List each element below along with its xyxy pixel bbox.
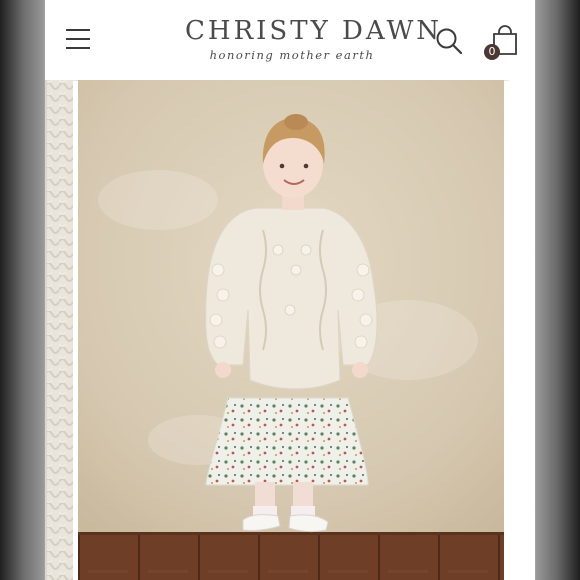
menu-button[interactable] (66, 29, 90, 51)
search-icon (436, 28, 463, 55)
brand-name: CHRISTY DAWN (185, 16, 443, 46)
cart-button[interactable]: 0 (480, 24, 520, 64)
brand-tagline: honoring mother earth (209, 48, 375, 62)
mobile-page: CHRISTY DAWN honoring mother earth 0 (45, 0, 535, 580)
product-main-image[interactable] (78, 80, 504, 580)
search-button[interactable] (435, 27, 463, 55)
previous-thumbnail[interactable] (45, 80, 73, 580)
knit-texture-thumbnail (45, 80, 73, 580)
hamburger-menu-icon (66, 29, 90, 31)
brand-logo[interactable]: CHRISTY DAWN honoring mother earth (185, 14, 443, 62)
cart-count-badge: 0 (484, 44, 500, 60)
next-thumbnail[interactable] (509, 80, 535, 580)
child-model-photo (78, 80, 504, 580)
product-gallery (45, 80, 535, 580)
site-header: CHRISTY DAWN honoring mother earth 0 (45, 0, 535, 81)
